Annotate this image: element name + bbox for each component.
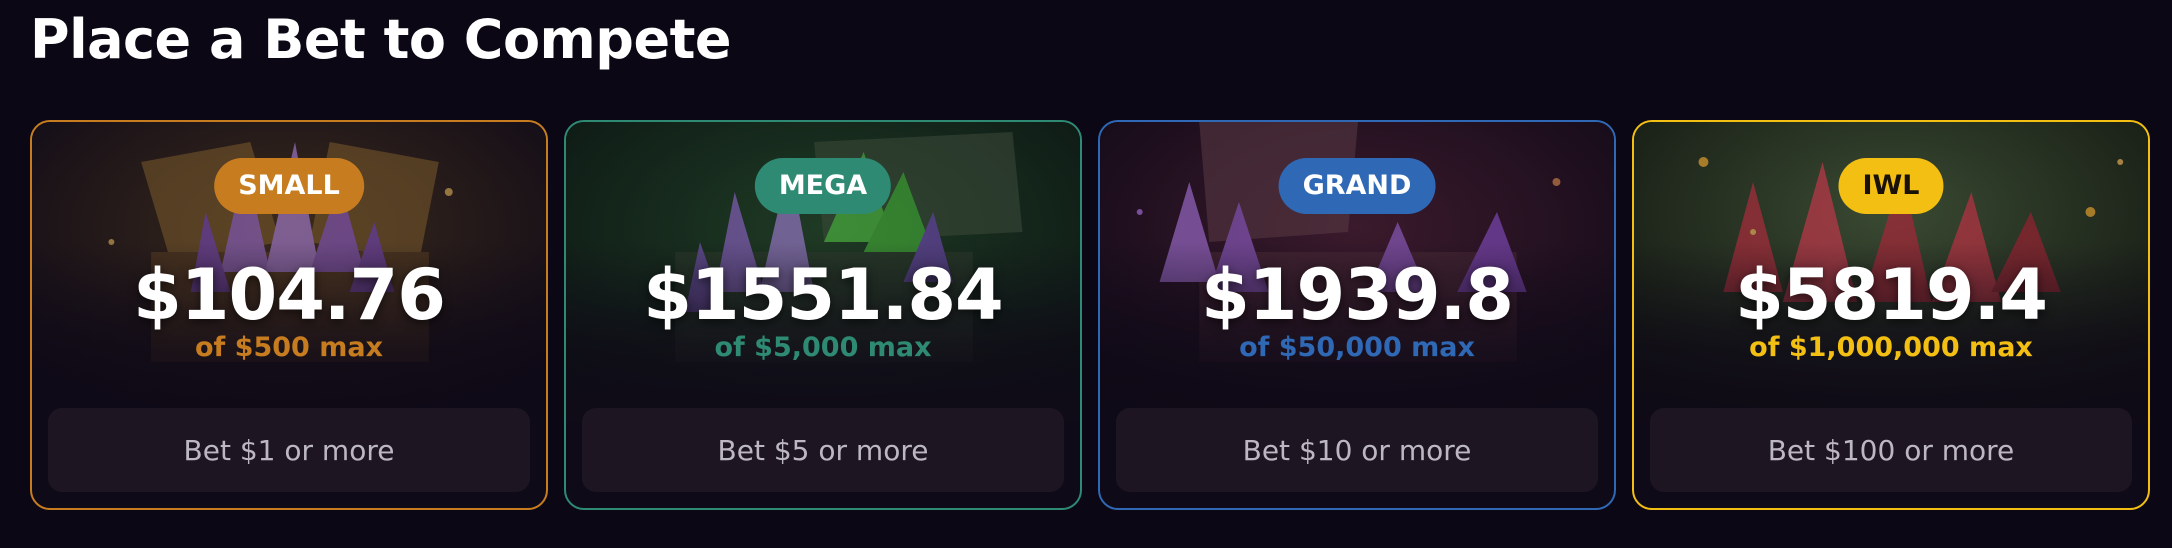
bet-button[interactable]: Bet $100 or more <box>1650 408 2132 492</box>
prize-max: of $50,000 max <box>1239 332 1475 363</box>
tier-badge: GRAND <box>1278 158 1436 214</box>
page-title: Place a Bet to Compete <box>30 8 732 71</box>
tier-badge: MEGA <box>754 158 892 214</box>
bet-card-iwl[interactable]: IWL $5819.4 of $1,000,000 max Bet $100 o… <box>1632 120 2150 510</box>
prize-max: of $1,000,000 max <box>1749 332 2033 363</box>
prize-max: of $5,000 max <box>714 332 932 363</box>
prize-amount: $104.76 <box>133 254 446 336</box>
bet-card-grand[interactable]: GRAND $1939.8 of $50,000 max Bet $10 or … <box>1098 120 1616 510</box>
bet-card-mega[interactable]: MEGA $1551.84 of $5,000 max Bet $5 or mo… <box>564 120 1082 510</box>
bet-button[interactable]: Bet $5 or more <box>582 408 1064 492</box>
prize-amount: $1551.84 <box>643 254 1004 336</box>
prize-amount: $5819.4 <box>1735 254 2048 336</box>
prize-max: of $500 max <box>194 332 383 363</box>
bet-card-small[interactable]: SMALL $104.76 of $500 max Bet $1 or more <box>30 120 548 510</box>
tier-badge: IWL <box>1838 158 1944 214</box>
bet-button[interactable]: Bet $1 or more <box>48 408 530 492</box>
prize-amount: $1939.8 <box>1201 254 1514 336</box>
tier-badge: SMALL <box>214 158 364 214</box>
bet-button[interactable]: Bet $10 or more <box>1116 408 1598 492</box>
bet-cards: SMALL $104.76 of $500 max Bet $1 or more <box>30 120 2150 510</box>
